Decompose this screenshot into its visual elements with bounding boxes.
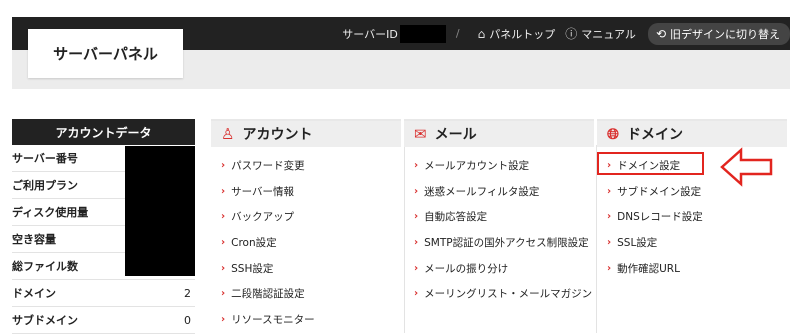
separator: / (455, 27, 460, 40)
server-id: サーバーID (342, 24, 446, 43)
menu-item-2fa[interactable]: › 二段階認証設定 (211, 281, 401, 307)
account-data-title: アカウントデータ (12, 119, 195, 145)
switch-icon: ⟲ (655, 26, 666, 41)
account-column: ♙ アカウント › パスワード変更 › サーバー情報 › バックアップ › Cron設定… (211, 119, 401, 332)
menu-item-label: 二段階認証設定 (231, 288, 305, 301)
menu-item-label: サブドメイン設定 (617, 185, 702, 198)
menu-item-test-url[interactable]: › 動作確認URL (597, 255, 787, 281)
chevron-right-icon: › (414, 262, 419, 274)
chevron-right-icon: › (607, 211, 612, 223)
menu-item-backup[interactable]: › バックアップ (211, 204, 401, 230)
row-label: 総ファイル数 (12, 260, 78, 273)
server-panel-logo[interactable]: サーバーパネル (28, 29, 183, 78)
home-icon: ⌂ (477, 26, 486, 41)
help-icon: ⓘ (565, 27, 578, 41)
menu-item-ssh[interactable]: › SSH設定 (211, 255, 401, 281)
old-design-label: 旧デザインに切り替え (670, 27, 780, 41)
menu-item-label: Cron設定 (231, 237, 277, 250)
domain-column-header: 🌐︎ ドメイン (597, 119, 787, 147)
account-row: サブドメイン 0 (12, 307, 195, 334)
menu-item-password[interactable]: › パスワード変更 (211, 153, 401, 179)
menu-item-label: メールの振り分け (424, 262, 509, 275)
account-column-header: ♙ アカウント (211, 119, 401, 147)
chevron-right-icon: › (414, 160, 419, 172)
row-value: 0 (184, 313, 191, 327)
menu-item-label: リソースモニター (231, 313, 315, 326)
highlight-annotation-box (597, 152, 704, 175)
chevron-right-icon: › (221, 262, 226, 274)
menu-item-label: メーリングリスト・メールマガジン (424, 288, 593, 301)
row-label: 空き容量 (12, 233, 56, 246)
panel-top-label: パネルトップ (489, 27, 556, 41)
menu-item-dns-record[interactable]: › DNSレコード設定 (597, 204, 787, 230)
chevron-right-icon: › (221, 211, 226, 223)
chevron-right-icon: › (414, 185, 419, 197)
chevron-right-icon: › (414, 211, 419, 223)
chevron-right-icon: › (414, 237, 419, 249)
menu-item-mail-routing[interactable]: › メールの振り分け (404, 255, 594, 281)
menu-item-cron[interactable]: › Cron設定 (211, 230, 401, 256)
chevron-right-icon: › (607, 262, 612, 274)
chevron-right-icon: › (607, 185, 612, 197)
arrow-left-annotation-icon (720, 147, 773, 187)
panel-top-link[interactable]: ⌂ パネルトップ (478, 26, 556, 42)
menu-item-label: DNSレコード設定 (617, 211, 703, 224)
mail-column: ✉ メール › メールアカウント設定 › 迷惑メールフィルタ設定 › 自動応答設定 ›… (404, 119, 594, 307)
server-id-redaction (399, 24, 446, 43)
manual-link[interactable]: ⓘ マニュアル (565, 25, 636, 42)
menu-item-auto-reply[interactable]: › 自動応答設定 (404, 204, 594, 230)
menu-item-label: SSL設定 (617, 237, 658, 250)
row-label: サブドメイン (12, 314, 78, 327)
mail-column-title: メール (434, 127, 477, 143)
row-label: ドメイン (12, 287, 56, 300)
chevron-right-icon: › (221, 160, 226, 172)
menu-item-label: SMTP認証の国外アクセス制限設定 (424, 237, 589, 250)
top-nav: サーバーID / ⌂ パネルトップ ⓘ マニュアル ⟲ 旧デザインに切り替え (334, 17, 790, 50)
menu-item-label: 自動応答設定 (424, 211, 488, 224)
menu-item-label: メールアカウント設定 (424, 160, 530, 173)
globe-icon: 🌐︎ (607, 125, 620, 143)
menu-item-smtp-restriction[interactable]: › SMTP認証の国外アクセス制限設定 (404, 230, 594, 256)
menu-item-label: サーバー情報 (231, 185, 295, 198)
old-design-button[interactable]: ⟲ 旧デザインに切り替え (647, 22, 790, 45)
menu-item-label: パスワード変更 (231, 160, 305, 173)
account-values-redaction (125, 146, 195, 276)
row-label: サーバー番号 (12, 152, 78, 165)
chevron-right-icon: › (607, 237, 612, 249)
menu-item-label: バックアップ (231, 211, 295, 224)
row-label: ディスク使用量 (12, 206, 89, 219)
account-row: ドメイン 2 (12, 280, 195, 307)
chevron-right-icon: › (221, 313, 226, 325)
chevron-right-icon: › (221, 185, 226, 197)
row-value: 2 (184, 286, 191, 300)
menu-item-label: 迷惑メールフィルタ設定 (424, 185, 540, 198)
menu-item-ssl[interactable]: › SSL設定 (597, 230, 787, 256)
chevron-right-icon: › (414, 288, 419, 300)
row-label: ご利用プラン (12, 179, 78, 192)
server-id-label: サーバーID (342, 27, 398, 41)
menu-item-resource-monitor[interactable]: › リソースモニター (211, 307, 401, 333)
account-column-title: アカウント (242, 127, 313, 143)
menu-item-label: 動作確認URL (617, 262, 680, 275)
menu-item-mail-account[interactable]: › メールアカウント設定 (404, 153, 594, 179)
manual-label: マニュアル (581, 27, 636, 41)
menu-item-label: SSH設定 (231, 262, 274, 275)
mail-icon: ✉ (414, 125, 427, 143)
domain-column: 🌐︎ ドメイン › ドメイン設定 › サブドメイン設定 › DNSレコード設定 › SS… (597, 119, 787, 281)
menu-item-server-info[interactable]: › サーバー情報 (211, 179, 401, 205)
chevron-right-icon: › (221, 237, 226, 249)
domain-column-title: ドメイン (627, 127, 684, 143)
user-icon: ♙ (221, 125, 235, 143)
menu-item-spam-filter[interactable]: › 迷惑メールフィルタ設定 (404, 179, 594, 205)
menu-item-mailing-list[interactable]: › メーリングリスト・メールマガジン (404, 281, 594, 307)
mail-column-header: ✉ メール (404, 119, 594, 147)
chevron-right-icon: › (221, 288, 226, 300)
